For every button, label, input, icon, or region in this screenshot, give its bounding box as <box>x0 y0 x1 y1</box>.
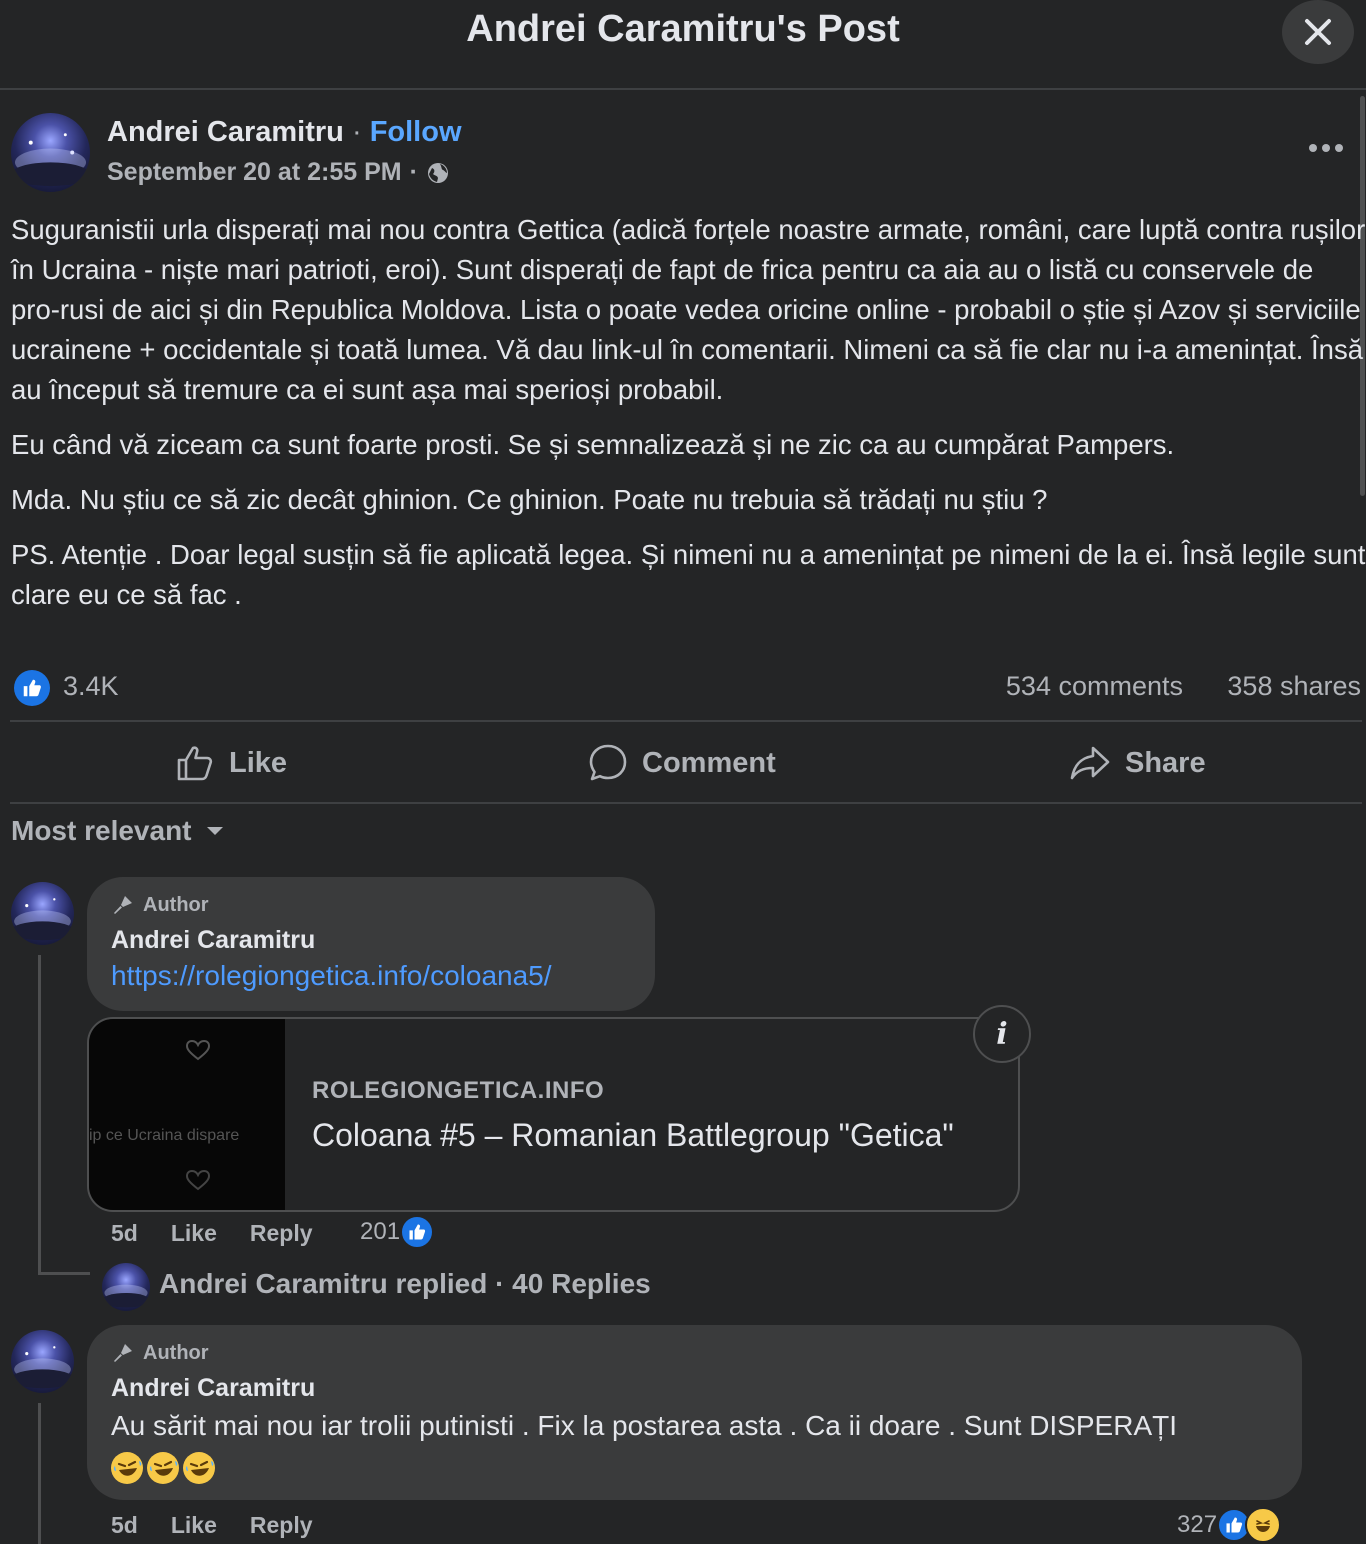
separator: · <box>351 116 362 148</box>
post-paragraph: PS. Atenție . Doar legal susțin să fie a… <box>11 539 1366 610</box>
shares-count[interactable]: 358 shares <box>1227 671 1361 702</box>
like-reaction-icon[interactable] <box>14 670 50 706</box>
reply-avatar[interactable] <box>102 1263 150 1311</box>
info-button[interactable]: i <box>973 1005 1031 1063</box>
close-button[interactable] <box>1282 0 1354 64</box>
post-author-line: Andrei Caramitru · Follow <box>107 116 462 149</box>
comments-count[interactable]: 534 comments <box>1006 671 1183 702</box>
globe-icon <box>427 162 448 183</box>
thread-line <box>38 1272 90 1275</box>
emoji-row <box>111 1452 215 1484</box>
reactions-count[interactable]: 3.4K <box>63 671 119 702</box>
rolling-laughing-emoji <box>183 1452 215 1484</box>
comment-author-name[interactable]: Andrei Caramitru <box>111 926 315 955</box>
comment-actions: 5d Like Reply <box>111 1220 313 1247</box>
link-domain: ROLEGIONGETICA.INFO <box>312 1077 605 1104</box>
post-paragraph: Mda. Nu știu ce să zic decât ghinion. Ce… <box>11 484 1048 515</box>
link-preview-thumbnail: ip ce Ucraina dispare <box>89 1019 285 1210</box>
comment-author-name[interactable]: Andrei Caramitru <box>111 1374 315 1403</box>
comment-icon <box>589 744 627 781</box>
heart-icon <box>185 1039 211 1061</box>
post-timestamp[interactable]: September 20 at 2:55 PM <box>107 158 402 187</box>
post-paragraph: Suguranistii urla disperați mai nou cont… <box>11 214 1366 405</box>
haha-reaction-icon <box>1245 1507 1282 1543</box>
reaction-count-text: 201 <box>360 1218 401 1245</box>
follow-button[interactable]: Follow <box>370 116 462 148</box>
divider <box>10 802 1362 804</box>
comment-reaction-count[interactable]: 327 <box>1177 1507 1282 1543</box>
comment-reaction-count[interactable]: 201 <box>360 1215 435 1249</box>
divider <box>10 720 1362 722</box>
author-badge: Author <box>111 1341 209 1365</box>
commenter-avatar[interactable] <box>11 1330 74 1393</box>
comment-actions: 5d Like Reply <box>111 1512 313 1539</box>
thread-line <box>38 1403 41 1544</box>
caret-down-icon <box>206 827 223 835</box>
comment-label: Comment <box>642 746 776 779</box>
thread-line <box>38 955 41 1275</box>
sort-label: Most relevant <box>11 815 192 846</box>
post-author-name[interactable]: Andrei Caramitru <box>107 116 344 148</box>
like-label: Like <box>229 746 288 779</box>
author-tag-label: Author <box>143 893 209 916</box>
comment-reply-button[interactable]: Reply <box>250 1220 313 1247</box>
heart-icon <box>185 1169 211 1191</box>
reaction-count-text: 327 <box>1177 1511 1218 1538</box>
microphone-icon <box>114 1344 132 1362</box>
ellipsis-icon <box>1309 144 1343 152</box>
comment-link[interactable]: https://rolegiongetica.info/coloana5/ <box>111 960 552 992</box>
comment-like-button[interactable]: Like <box>171 1512 217 1539</box>
share-button[interactable]: Share <box>1069 728 1206 798</box>
comment-time[interactable]: 5d <box>111 1512 138 1539</box>
meta-separator: · <box>409 158 418 186</box>
commenter-avatar[interactable] <box>11 882 74 945</box>
thumbs-up-icon <box>177 746 213 781</box>
thumbnail-caption: ip ce Ucraina dispare <box>89 1127 240 1144</box>
like-button[interactable]: Like <box>175 728 287 798</box>
comment-like-button[interactable]: Like <box>171 1220 217 1247</box>
post-paragraph: Eu când vă ziceam ca sunt foarte prosti.… <box>11 429 1175 460</box>
view-replies-link[interactable]: Andrei Caramitru replied · 40 Replies <box>159 1268 651 1300</box>
link-preview-card[interactable]: ip ce Ucraina dispare ROLEGIONGETICA.INF… <box>87 1017 1020 1212</box>
like-reaction-icon <box>400 1215 435 1249</box>
microphone-icon <box>114 896 132 914</box>
rolling-laughing-emoji <box>111 1452 143 1484</box>
share-icon <box>1070 746 1110 780</box>
info-icon: i <box>996 1016 1008 1052</box>
close-icon <box>1305 19 1331 45</box>
comment-time[interactable]: 5d <box>111 1220 138 1247</box>
dialog-header: Andrei Caramitru's Post <box>0 0 1366 90</box>
author-tag-label: Author <box>143 1341 209 1364</box>
link-title: Coloana #5 – Romanian Battlegroup "Getic… <box>312 1117 954 1153</box>
author-badge: Author <box>111 893 209 917</box>
post-body: Suguranistii urla disperați mai nou cont… <box>11 210 1366 630</box>
rolling-laughing-emoji <box>147 1452 179 1484</box>
comment-reply-button[interactable]: Reply <box>250 1512 313 1539</box>
comment-text: Au sărit mai nou iar trolii putinisti . … <box>111 1410 1177 1441</box>
post-meta: September 20 at 2:55 PM · <box>107 158 450 187</box>
share-label: Share <box>1125 746 1206 779</box>
avatar[interactable] <box>11 113 90 192</box>
dialog-title: Andrei Caramitru's Post <box>466 8 900 50</box>
more-options-button[interactable] <box>1300 128 1352 168</box>
reactions-summary: 3.4K 534 comments 358 shares <box>11 666 1361 710</box>
comment-sort-dropdown[interactable]: Most relevant <box>11 815 224 847</box>
comment-button[interactable]: Comment <box>588 728 776 798</box>
